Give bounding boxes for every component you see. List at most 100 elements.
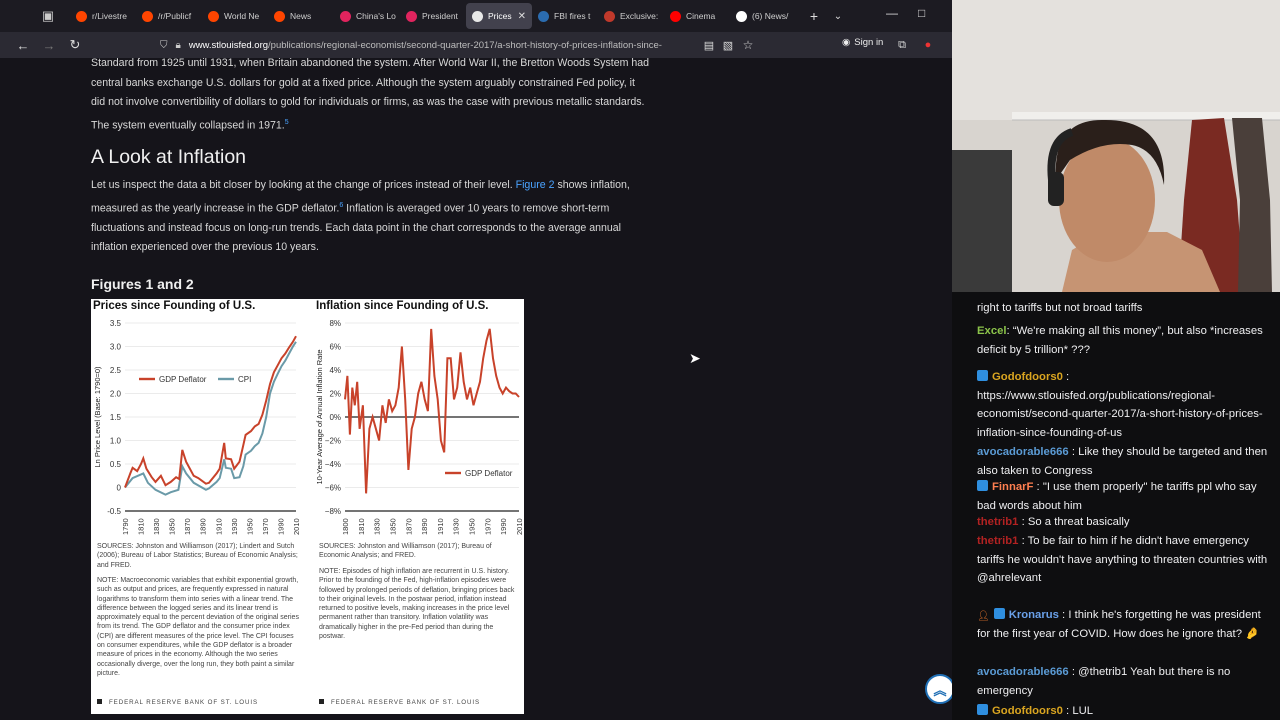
chat-username[interactable]: avocadorable666 bbox=[977, 446, 1069, 458]
tab-label: FBI fires t bbox=[554, 11, 591, 21]
x-tick-label: 1830 bbox=[152, 518, 161, 535]
chart1-footer-text: FEDERAL RESERVE BANK OF ST. LOUIS bbox=[109, 699, 259, 706]
x-tick-label: 1870 bbox=[404, 518, 413, 535]
chat-message: Godofdoors0 : LUL bbox=[977, 702, 1277, 720]
browser-tab[interactable]: World Ne bbox=[202, 3, 268, 29]
y-tick-label: 4% bbox=[329, 366, 341, 375]
subscriber-badge-icon bbox=[977, 480, 988, 491]
tab-label: Cinema bbox=[686, 11, 716, 21]
navigation-toolbar: ← → ↻ ⛉ 🔒︎ www.stlouisfed.org/publicatio… bbox=[0, 32, 952, 58]
tab-favicon-icon bbox=[340, 10, 351, 22]
chat-message: Godofdoors0 : https://www.stlouisfed.org… bbox=[977, 368, 1277, 442]
url-path: /publications/regional-economist/second-… bbox=[268, 39, 662, 51]
tab-favicon-icon bbox=[208, 10, 219, 22]
back-icon[interactable]: ← bbox=[10, 38, 36, 53]
mouse-cursor-icon: ➤ bbox=[689, 350, 701, 366]
y-tick-label: 3.5 bbox=[110, 319, 122, 328]
chair-back bbox=[952, 150, 1012, 292]
tab-label: Prices bbox=[488, 11, 512, 21]
chat-text: : So a threat basically bbox=[1018, 516, 1130, 528]
chat-username[interactable]: Kronarus bbox=[1009, 609, 1059, 621]
browser-tab[interactable]: Exclusive: bbox=[598, 3, 664, 29]
browser-tab[interactable]: Cinema bbox=[664, 3, 730, 29]
y-tick-label: −8% bbox=[325, 507, 341, 516]
subscriber-badge-icon bbox=[977, 370, 988, 381]
browser-tab[interactable]: (6) News/ bbox=[730, 3, 796, 29]
browser-tab[interactable]: Prices ✕ bbox=[466, 3, 532, 29]
chart1-note: NOTE: Macroeconomic variables that exhib… bbox=[97, 577, 299, 677]
figure-2-link[interactable]: Figure 2 bbox=[516, 179, 555, 191]
subscriber-badge-icon bbox=[993, 608, 1005, 619]
url-bar[interactable]: ⛉ 🔒︎ www.stlouisfed.org/publications/reg… bbox=[160, 35, 760, 55]
shield-icon[interactable]: ⛉ bbox=[160, 40, 168, 51]
x-tick-label: 1950 bbox=[245, 518, 254, 535]
forward-icon[interactable]: → bbox=[36, 38, 62, 53]
y-tick-label: 1.5 bbox=[110, 413, 122, 422]
page-content: Standard from 1925 until 1931, when Brit… bbox=[0, 58, 952, 720]
user-badge-icon: 👤︎ bbox=[977, 611, 990, 622]
scroll-to-top-button[interactable]: ︽ bbox=[925, 674, 952, 704]
chart1-sources: SOURCES: Johnston and Williamson (2017);… bbox=[97, 543, 298, 569]
browser-tab[interactable]: News bbox=[268, 3, 334, 29]
x-tick-label: 1910 bbox=[214, 518, 223, 535]
footnote-5-link[interactable]: 5 bbox=[285, 119, 289, 126]
chart2-title: Inflation since Founding of U.S. bbox=[316, 300, 489, 312]
browser-tab[interactable]: r/Livestre bbox=[70, 3, 136, 29]
tab-favicon-icon bbox=[670, 10, 681, 22]
list-all-tabs-icon[interactable]: ⌄ bbox=[826, 11, 850, 22]
y-tick-label: 8% bbox=[329, 319, 341, 328]
y-tick-label: 0 bbox=[117, 484, 122, 493]
y-tick-label: −2% bbox=[325, 437, 341, 446]
minimize-icon[interactable]: — bbox=[886, 6, 898, 20]
chat-username[interactable]: Godofdoors0 bbox=[992, 371, 1063, 383]
inflation-chart: 8% 6% 4% 2% 0% −2% −4% −6% −8%1800 1810 1830 1850 18… bbox=[315, 319, 524, 535]
footnote-6-link[interactable]: 6 bbox=[339, 202, 343, 209]
section-heading: A Look at Inflation bbox=[91, 146, 247, 168]
chat-message: thetrib1 : To be fair to him if he didn'… bbox=[977, 532, 1277, 588]
lock-icon[interactable]: 🔒︎ bbox=[176, 40, 181, 51]
browser-tab[interactable]: President bbox=[400, 3, 466, 29]
extensions-icon[interactable]: ⧉ bbox=[889, 39, 915, 52]
chat-username[interactable]: Excel bbox=[977, 325, 1007, 337]
tab-favicon-icon bbox=[142, 10, 153, 22]
chat-text: : To be fair to him if he didn't have em… bbox=[977, 535, 1268, 584]
chart2-sources: SOURCES: Johnston and Williamson (2017);… bbox=[319, 543, 492, 560]
x-tick-label: 1870 bbox=[183, 518, 192, 535]
close-tab-icon[interactable]: ✕ bbox=[518, 11, 526, 22]
chat-username[interactable]: FinnarF bbox=[992, 481, 1033, 493]
reload-icon[interactable]: ↻ bbox=[62, 37, 88, 53]
addon-badge-icon[interactable]: ● bbox=[915, 39, 941, 51]
x-tick-label: 1890 bbox=[199, 518, 208, 535]
tab-bar: ▣ r/Livestre/r/Publicf World Ne News China'… bbox=[0, 0, 952, 32]
chart2-note: NOTE: Episodes of high inflation are rec… bbox=[319, 568, 515, 641]
chat-username[interactable]: avocadorable666 bbox=[977, 666, 1069, 678]
sign-in-button[interactable]: ◉ Sign in bbox=[842, 37, 883, 48]
tab-overview-icon[interactable]: ▣ bbox=[34, 2, 62, 30]
x-tick-label: 1790 bbox=[121, 518, 130, 535]
tab-label: /r/Publicf bbox=[158, 11, 192, 21]
x-tick-label: 1970 bbox=[483, 518, 492, 535]
legend-label: GDP Deflator bbox=[465, 469, 513, 478]
bookmark-star-icon[interactable]: ☆ bbox=[735, 38, 761, 52]
y-tick-label: 0.5 bbox=[110, 460, 122, 469]
x-tick-label: 1800 bbox=[341, 518, 350, 535]
body-text-a: Let us inspect the data a bit closer by … bbox=[91, 179, 513, 191]
new-tab-button[interactable]: + bbox=[802, 8, 826, 24]
maximize-icon[interactable]: □ bbox=[918, 6, 925, 20]
figure-image: Prices since Founding of U.S. Inflation … bbox=[91, 299, 524, 714]
browser-tab[interactable]: FBI fires t bbox=[532, 3, 598, 29]
chat-message: avocadorable666 : @thetrib1 Yeah but the… bbox=[977, 663, 1277, 700]
x-tick-label: 1950 bbox=[468, 518, 477, 535]
x-tick-label: 1830 bbox=[373, 518, 382, 535]
chat-username[interactable]: thetrib1 bbox=[977, 516, 1018, 528]
tab-label: World Ne bbox=[224, 11, 260, 21]
tab-label: Exclusive: bbox=[620, 11, 659, 21]
y-tick-label: 1.0 bbox=[110, 437, 122, 446]
series-line-0 bbox=[124, 335, 297, 488]
tab-favicon-icon bbox=[76, 10, 87, 22]
browser-tab[interactable]: /r/Publicf bbox=[136, 3, 202, 29]
chat-username[interactable]: Godofdoors0 bbox=[992, 705, 1063, 717]
y-tick-label: 3.0 bbox=[110, 343, 122, 352]
browser-tab[interactable]: China's Lo bbox=[334, 3, 400, 29]
chat-username[interactable]: thetrib1 bbox=[977, 535, 1018, 547]
